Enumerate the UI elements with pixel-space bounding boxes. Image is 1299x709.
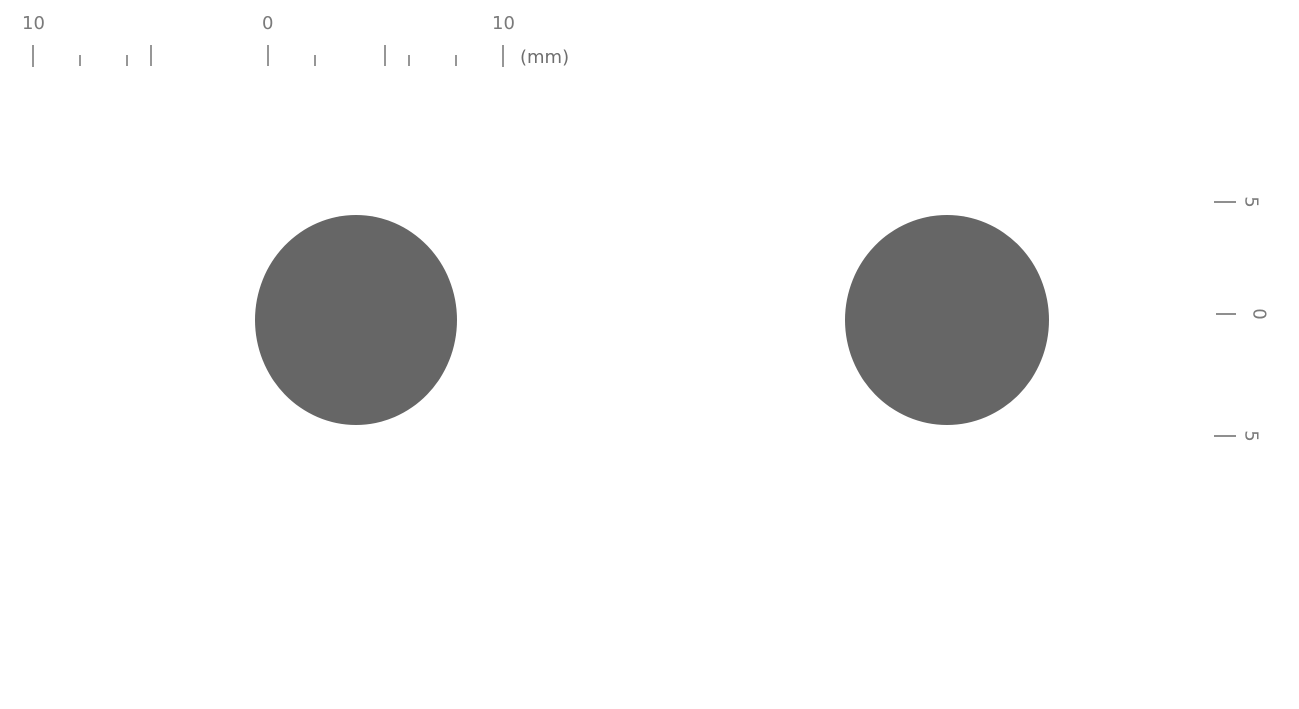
scale-label-right: 10 — [492, 13, 515, 34]
dot-diagram: 10 0 10 (mm) 5 0 5 — [22, 13, 1270, 442]
horizontal-scale-bar: 10 0 10 (mm) — [22, 13, 569, 68]
vertical-label-top: 5 — [1241, 196, 1262, 207]
dot-right — [845, 215, 1049, 425]
dots — [255, 215, 1049, 425]
dot-left — [255, 215, 457, 425]
vertical-scale: 5 0 5 — [1214, 196, 1270, 442]
scale-label-zero: 0 — [262, 13, 273, 34]
scale-unit-label: (mm) — [520, 47, 569, 68]
vertical-label-bottom: 5 — [1241, 430, 1262, 441]
vertical-label-middle: 0 — [1249, 308, 1270, 319]
scale-label-left: 10 — [22, 13, 45, 34]
